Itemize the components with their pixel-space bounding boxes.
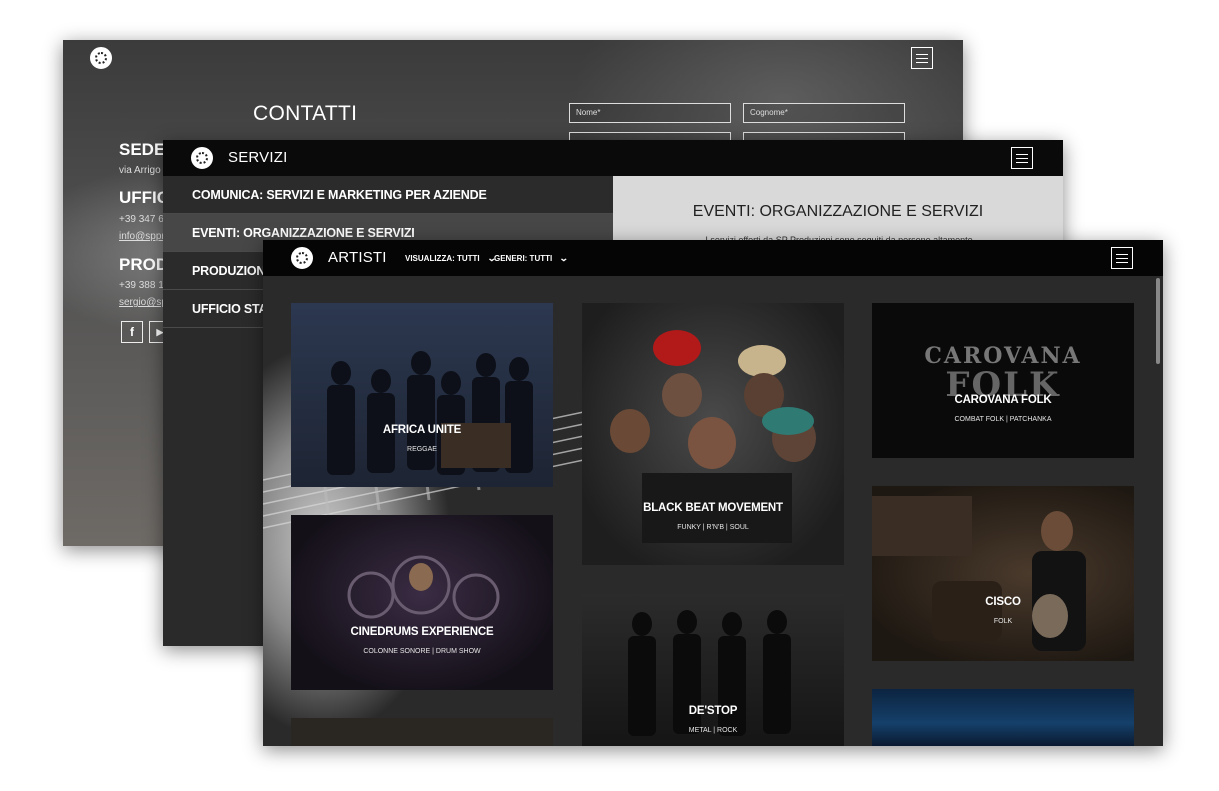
ufficio-phone: +39 347 6 [119,214,164,225]
cognome-field[interactable]: Cognome* [743,103,905,123]
logo-icon[interactable] [191,147,213,169]
band-photo [347,555,500,621]
menu-icon[interactable] [1011,147,1033,169]
artisti-header: ARTISTI VISUALIZZA: TUTTI ⌄ GENERI: TUTTI… [263,240,1163,276]
filter-visualizza-dropdown[interactable]: VISUALIZZA: TUTTI ⌄ [405,253,496,264]
artist-name: CINEDRUMS EXPERIENCE [350,626,494,638]
detail-title: EVENTI: ORGANIZZAZIONE E SERVIZI [692,203,984,220]
artist-card[interactable] [291,718,553,746]
produzioni-phone: +39 388 1 [119,280,164,291]
nome-field[interactable]: Nome* [569,103,731,123]
artist-card-destop[interactable]: DE'STOP METAL | ROCK [582,594,844,746]
filter-generi-label: GENERI: TUTTI [494,254,553,263]
page-title: CONTATTI [253,102,358,125]
artist-genre: METAL | ROCK [688,727,738,734]
artist-card-cisco[interactable]: CISCO FOLK [872,486,1134,661]
servizi-menu-item[interactable]: COMUNICA: SERVIZI E MARKETING PER AZIEND… [163,176,613,214]
artist-name: BLACK BEAT MOVEMENT [643,502,783,514]
chevron-down-icon: ⌄ [559,253,569,263]
artisti-window: ARTISTI VISUALIZZA: TUTTI ⌄ GENERI: TUTTI… [263,240,1163,746]
artist-name: CISCO [985,596,1021,608]
artist-name: CAROVANA FOLK [954,394,1052,406]
sede-address: via Arrigo [119,165,161,176]
ufficio-email-link[interactable]: info@sppr [119,231,165,242]
scrollbar[interactable] [1156,278,1160,364]
page-title: SERVIZI [228,149,288,166]
artist-card-black-beat-movement[interactable]: BLACK BEAT MOVEMENT FUNKY | R'N'B | SOUL [582,303,844,565]
page-title: ARTISTI [328,249,387,266]
artist-name: DE'STOP [688,705,738,717]
artist-card-cinedrums-experience[interactable]: CINEDRUMS EXPERIENCE COLONNE SONORE | DR… [291,515,553,690]
menu-icon[interactable] [1111,247,1133,269]
artist-card[interactable] [872,689,1134,746]
contatti-header [63,40,963,78]
produzioni-email-link[interactable]: sergio@sp [119,297,167,308]
menu-icon[interactable] [911,47,933,69]
artist-genre: FOLK [993,618,1013,625]
servizi-header: SERVIZI [163,140,1063,176]
facebook-icon[interactable]: f [121,321,143,343]
artist-genre: COMBAT FOLK | PATCHANKA [954,416,1052,423]
band-photo [628,610,791,736]
band-photo [872,496,1086,651]
artist-genre: FUNKY | R'N'B | SOUL [677,524,749,531]
band-photo [327,351,533,475]
artist-genre: REGGAE [407,446,437,453]
logo-icon[interactable] [90,47,112,69]
filter-generi-dropdown[interactable]: GENERI: TUTTI ⌄ [494,253,569,264]
artist-name: AFRICA UNITE [382,424,462,436]
artist-genre: COLONNE SONORE | DRUM SHOW [363,648,481,655]
artist-card-carovana-folk[interactable]: CAROVANA FOLK CAROVANA FOLK COMBAT FOLK … [872,303,1134,458]
logo-icon[interactable] [291,247,313,269]
filter-visualizza-label: VISUALIZZA: TUTTI [405,254,480,263]
artist-card-africa-unite[interactable]: AFRICA UNITE REGGAE [291,303,553,487]
